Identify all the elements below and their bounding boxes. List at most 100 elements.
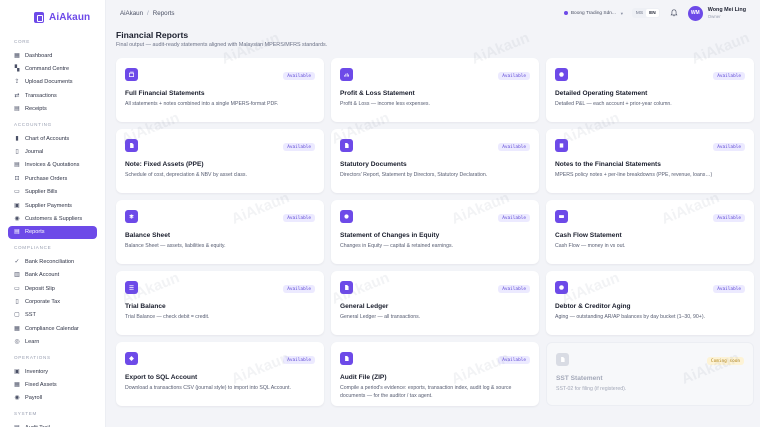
sidebar-item-label: Transactions — [25, 92, 57, 99]
user-name: Wong Mei Ling — [707, 7, 746, 13]
lang-option-ms[interactable]: MS — [633, 9, 646, 17]
chevron-down-icon: ▼ — [619, 10, 624, 16]
receipt-icon: ▤ — [14, 106, 20, 113]
sidebar-item-audit-trail[interactable]: ▤Audit Trail — [8, 421, 97, 427]
status-badge: Available — [713, 72, 745, 80]
sidebar-item-payroll[interactable]: ◉ Payroll — [8, 392, 97, 405]
sidebar-item-label: Payroll — [25, 395, 43, 402]
learn-icon: ◎ — [14, 339, 20, 346]
swap-icon: ⇄ — [14, 92, 20, 99]
sidebar-item-receipts[interactable]: ▤ Receipts — [8, 103, 97, 116]
status-badge: Available — [713, 214, 745, 222]
status-badge: Available — [283, 143, 315, 151]
sidebar-item-invoices-quotations[interactable]: ▤ Invoices & Quotations — [8, 159, 97, 172]
asset-icon: ▦ — [14, 381, 20, 388]
clock-icon — [555, 281, 568, 294]
ledger-icon — [340, 281, 353, 294]
card-description: Download a transactions CSV (journal sty… — [125, 385, 291, 391]
breadcrumb-root[interactable]: AiAkaun — [120, 10, 143, 17]
card-title: Full Financial Statements — [125, 90, 205, 97]
sidebar-item-transactions[interactable]: ⇄ Transactions — [8, 89, 97, 102]
card-description: Schedule of cost, depreciation & NBV by … — [125, 172, 247, 178]
report-card-notes-to-the-financial-statements[interactable]: Available Notes to the Financial Statemen… — [546, 129, 754, 193]
status-badge: Available — [283, 356, 315, 364]
status-badge: Available — [283, 214, 315, 222]
lang-option-en[interactable]: EN — [646, 9, 659, 17]
sidebar-item-corporate-tax[interactable]: ▯ Corporate Tax — [8, 295, 97, 308]
user-role: Owner — [707, 14, 721, 19]
report-card-debtor-creditor-aging[interactable]: Available Debtor & Creditor Aging Aging — … — [546, 271, 754, 335]
brand-name: AiAkaun — [49, 11, 91, 23]
sidebar-item-customers-suppliers[interactable]: ◉ Customers & Suppliers — [8, 212, 97, 225]
sidebar-item-upload-documents[interactable]: ⇪ Upload Documents — [8, 76, 97, 89]
main-content: AiAkaun / Reports Boong Trading Sdn... ▼ M… — [106, 0, 760, 427]
sidebar-item-journal[interactable]: ▯ Journal — [8, 145, 97, 158]
sidebar-item-reports[interactable]: ▤ Reports — [8, 225, 97, 240]
breadcrumb: AiAkaun / Reports — [120, 10, 174, 17]
nav-section-label: SYSTEM — [14, 410, 38, 416]
report-card-statement-of-changes-in-equity[interactable]: Available Statement of Changes in Equity C… — [331, 200, 539, 264]
card-title: Export to SQL Account — [125, 374, 198, 381]
tax-icon: ▯ — [15, 298, 19, 305]
report-card-trial-balance[interactable]: Available Trial Balance Trial Balance — ch… — [116, 271, 324, 335]
report-card-export-to-sql-account[interactable]: Available Export to SQL Account Download a… — [116, 342, 324, 406]
report-card-detailed-operating-statement[interactable]: Available Detailed Operating Statement Det… — [546, 58, 754, 122]
sidebar-item-dashboard[interactable]: ▦ Dashboard — [8, 49, 97, 62]
report-card-general-ledger[interactable]: Available General Ledger General Ledger — … — [331, 271, 539, 335]
brand[interactable]: AiAkaun — [0, 9, 105, 25]
stack-icon — [125, 68, 138, 81]
notes-icon — [555, 139, 568, 152]
report-card-grid: Available Full Financial Statements All st… — [116, 58, 754, 406]
sidebar-item-purchase-orders[interactable]: ⊡ Purchase Orders — [8, 172, 97, 185]
status-badge: Available — [498, 356, 530, 364]
sidebar-item-inventory[interactable]: ▣ Inventory — [8, 365, 97, 378]
company-switcher[interactable]: Boong Trading Sdn... ▼ — [563, 10, 624, 16]
report-card-full-financial-statements[interactable]: Available Full Financial Statements All st… — [116, 58, 324, 122]
card-title: Note: Fixed Assets (PPE) — [125, 161, 204, 168]
card-description: SST-02 for filing (if registered). — [556, 386, 627, 392]
card-title: Profit & Loss Statement — [340, 90, 415, 97]
report-card-profit-loss-statement[interactable]: Available Profit & Loss Statement Profit &… — [331, 58, 539, 122]
notification-bell-icon[interactable] — [670, 9, 678, 17]
sidebar-item-label: Purchase Orders — [25, 175, 68, 182]
topbar: AiAkaun / Reports Boong Trading Sdn... ▼ M… — [106, 0, 760, 26]
sidebar-item-supplier-payments[interactable]: ▣ Supplier Payments — [8, 199, 97, 212]
sidebar-item-bank-account[interactable]: ▥ Bank Account — [8, 268, 97, 281]
sidebar-item-label: Learn — [25, 339, 40, 346]
report-card-audit-file-zip[interactable]: Available Audit File (ZIP) Compile a perio… — [331, 342, 539, 406]
report-card-cash-flow-statement[interactable]: Available Cash Flow Statement Cash Flow — … — [546, 200, 754, 264]
sidebar-item-bank-reconciliation[interactable]: ✓ Bank Reconciliation — [8, 255, 97, 268]
sidebar-item-label: Customers & Suppliers — [25, 215, 83, 222]
company-name: Boong Trading Sdn... — [570, 10, 616, 16]
bar-chart-icon: ▮ — [15, 135, 19, 142]
sidebar-item-chart-of-accounts[interactable]: ▮ Chart of Accounts — [8, 132, 97, 145]
report-card-balance-sheet[interactable]: Available Balance Sheet Balance Sheet — as… — [116, 200, 324, 264]
card-title: Statutory Documents — [340, 161, 407, 168]
card-title: Notes to the Financial Statements — [555, 161, 661, 168]
sidebar-item-label: Deposit Slip — [25, 285, 55, 292]
card-description: General Ledger — all transactions. — [340, 314, 421, 320]
doc-icon — [125, 139, 138, 152]
coin-icon — [340, 210, 353, 223]
avatar[interactable]: WM — [687, 5, 703, 21]
sidebar-item-compliance-calendar[interactable]: ▦ Compliance Calendar — [8, 322, 97, 335]
sidebar-item-learn[interactable]: ◎ Learn — [8, 335, 97, 348]
card-title: Statement of Changes in Equity — [340, 232, 440, 239]
user-info[interactable]: Wong Mei Ling Owner — [708, 7, 746, 19]
sidebar-item-command-centre[interactable]: ▚ Command Centre — [8, 62, 97, 75]
card-title: Audit File (ZIP) — [340, 374, 387, 381]
sidebar-item-label: Bank Reconciliation — [25, 258, 75, 265]
report-card-note-fixed-assets-ppe[interactable]: Available Note: Fixed Assets (PPE) Schedul… — [116, 129, 324, 193]
sidebar-item-fixed-assets[interactable]: ▦ Fixed Assets — [8, 378, 97, 391]
sidebar-item-label: Command Centre — [25, 66, 70, 73]
card-description: Directors' Report, Statement by Director… — [340, 172, 488, 178]
card-description: All statements + notes combined into a s… — [125, 101, 279, 107]
sidebar-item-supplier-bills[interactable]: ▭ Supplier Bills — [8, 186, 97, 199]
grid-icon: ▚ — [14, 66, 20, 73]
sidebar-item-label: Upload Documents — [25, 79, 73, 86]
report-card-statutory-documents[interactable]: Available Statutory Documents Directors' R… — [331, 129, 539, 193]
card-description: Balance Sheet — assets, liabilities & eq… — [125, 243, 226, 249]
card-description: Profit & Loss — income less expenses. — [340, 101, 430, 107]
sidebar-item-sst[interactable]: ▢ SST — [8, 309, 97, 322]
sidebar-item-deposit-slip[interactable]: ▭ Deposit Slip — [8, 282, 97, 295]
